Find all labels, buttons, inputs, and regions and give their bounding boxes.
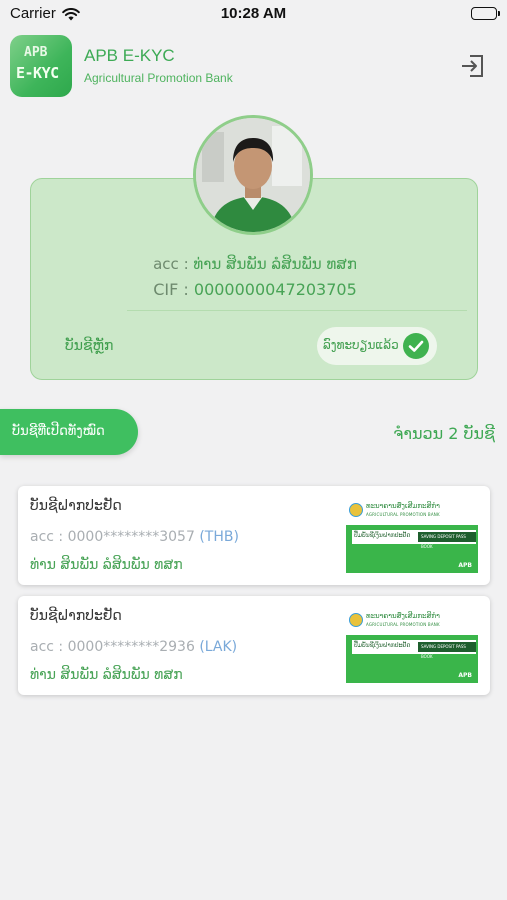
bank-seal-icon xyxy=(349,503,363,517)
masked-number: 0000********3057 xyxy=(67,529,195,545)
passbook-image: ທະນາຄານສົ່ງເສີມກະສິກໍາ AGRICULTURAL PROM… xyxy=(346,609,478,683)
app-logo: APB E-KYC xyxy=(10,35,72,97)
account-type: ບັນຊີຝາກປະຢັດ xyxy=(30,498,122,514)
cif-number: 0000000047203705 xyxy=(193,280,357,299)
passbook-brand: APB xyxy=(458,672,472,679)
currency-code: (LAK) xyxy=(199,639,238,655)
account-holder: ທ່ານ ສິນພັນ ລໍສິນພັນ ທສກ xyxy=(30,667,183,683)
app-subtitle: Agricultural Promotion Bank xyxy=(84,71,233,85)
acc-label: acc : xyxy=(30,529,64,545)
main-account-label: ບັນຊີຫຼັກ xyxy=(65,338,114,354)
profile-avatar xyxy=(193,115,313,235)
acc-label: acc : xyxy=(30,639,64,655)
passbook-title: ປື້ມບັນຊີເງິນຝາກປະຢັດ xyxy=(354,642,411,649)
passbook-bank-name: ທະນາຄານສົ່ງເສີມກະສິກໍາ xyxy=(366,502,440,510)
account-card[interactable]: ບັນຊີຝາກປະຢັດ acc : 0000********3057 (TH… xyxy=(18,486,490,585)
app-logo-line2: E-KYC xyxy=(16,64,59,82)
passbook-title-en: SAVING DEPOSIT PASS BOOK xyxy=(418,642,476,659)
account-holder: ທ່ານ ສິນພັນ ລໍສິນພັນ ທສກ xyxy=(30,557,183,573)
tab-open-accounts[interactable]: ບັນຊີທີ່ເປີດທັງໝົດ xyxy=(0,409,138,455)
passbook-brand: APB xyxy=(458,562,472,569)
customer-name: ທ່ານ ສິນພັນ ລໍສິນພັນ ທສກ xyxy=(193,255,357,273)
profile-cif: CIF : 0000000047203705 xyxy=(31,280,479,299)
passbook-bank-name-en: AGRICULTURAL PROMOTION BANK xyxy=(366,622,440,627)
logout-button[interactable] xyxy=(459,52,487,80)
account-count: ຈໍານວນ 2 ບັນຊີ xyxy=(393,424,495,443)
currency-code: (THB) xyxy=(199,529,239,545)
account-type: ບັນຊີຝາກປະຢັດ xyxy=(30,608,122,624)
app-logo-line1: APB xyxy=(24,45,48,60)
verified-label: ລົງທະບຽນແລ້ວ xyxy=(323,338,399,352)
passbook-title-en: SAVING DEPOSIT PASS BOOK xyxy=(418,532,476,549)
verified-badge: ລົງທະບຽນແລ້ວ xyxy=(317,327,437,365)
tab-open-accounts-label: ບັນຊີທີ່ເປີດທັງໝົດ xyxy=(12,424,105,439)
clock: 10:28 AM xyxy=(220,5,287,22)
cif-label: CIF : xyxy=(153,280,189,299)
battery-icon xyxy=(471,7,500,20)
account-card[interactable]: ບັນຊີຝາກປະຢັດ acc : 0000********2936 (LA… xyxy=(18,596,490,695)
app-title: APB E-KYC xyxy=(84,46,175,65)
account-number: acc : 0000********2936 (LAK) xyxy=(30,639,237,655)
logout-icon xyxy=(462,55,483,77)
profile-account-name: acc : ທ່ານ ສິນພັນ ລໍສິນພັນ ທສກ xyxy=(31,255,479,273)
passbook-image: ທະນາຄານສົ່ງເສີມກະສິກໍາ AGRICULTURAL PROM… xyxy=(346,499,478,573)
card-divider xyxy=(127,310,467,311)
passbook-bank-name-en: AGRICULTURAL PROMOTION BANK xyxy=(366,512,440,517)
acc-label: acc : xyxy=(153,255,189,273)
passbook-bank-name: ທະນາຄານສົ່ງເສີມກະສິກໍາ xyxy=(366,612,440,620)
account-number: acc : 0000********3057 (THB) xyxy=(30,529,239,545)
check-circle-icon xyxy=(403,333,429,359)
passbook-title: ປື້ມບັນຊີເງິນຝາກປະຢັດ xyxy=(354,532,411,539)
status-bar: Carrier 10:28 AM xyxy=(0,0,507,28)
masked-number: 0000********2936 xyxy=(67,639,195,655)
bank-seal-icon xyxy=(349,613,363,627)
